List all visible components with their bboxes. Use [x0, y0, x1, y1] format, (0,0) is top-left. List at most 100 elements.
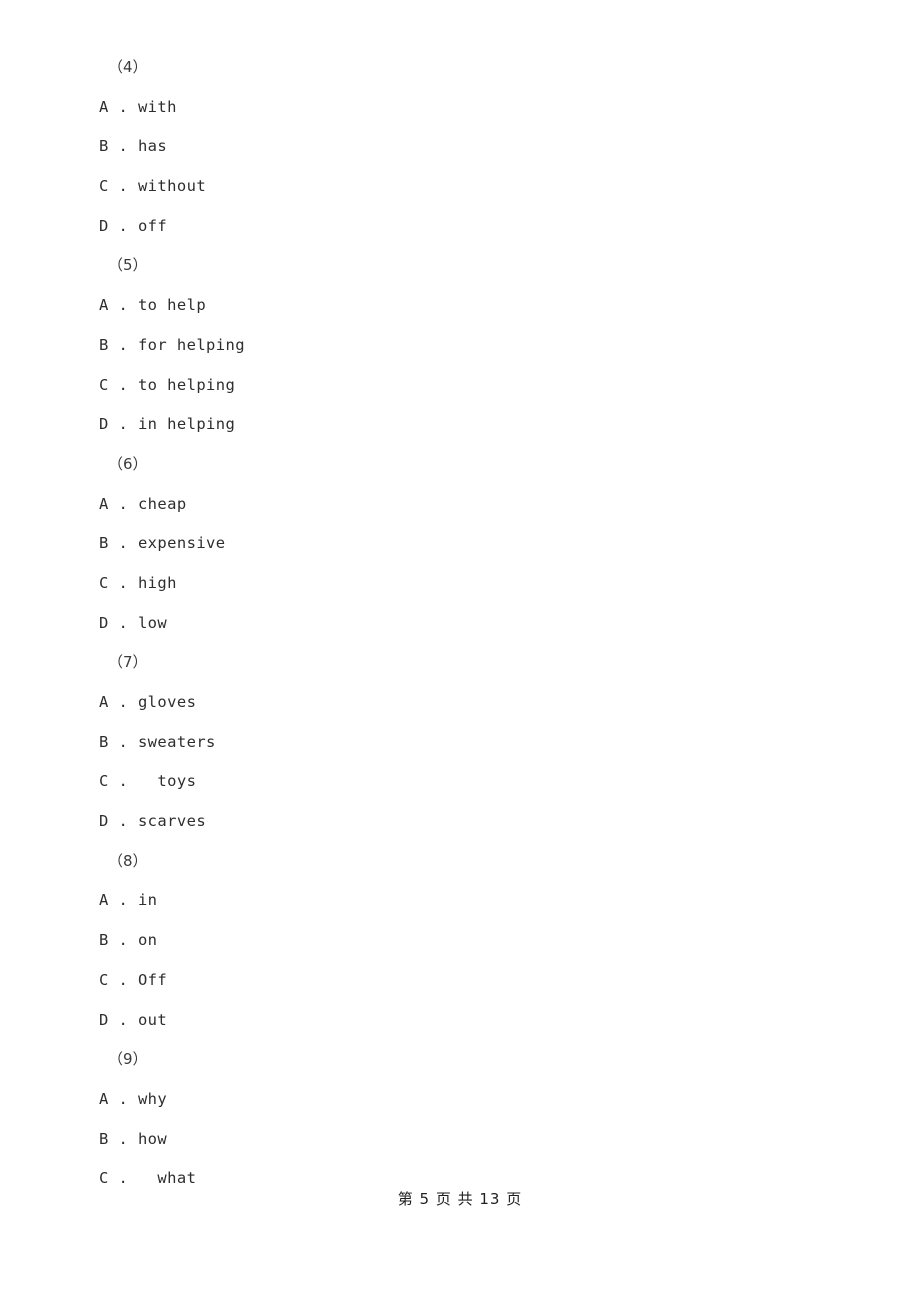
option-letter: B	[99, 732, 109, 751]
question-list: （4） A . with B . has C . without D . off （5） A…	[99, 48, 819, 1199]
option-text: low	[137, 613, 168, 632]
option-text: to helping	[137, 375, 236, 394]
option-letter: D	[99, 415, 109, 434]
answer-option: A . cheap	[99, 485, 819, 525]
answer-option: B . how	[99, 1120, 819, 1160]
option-letter: A	[99, 693, 109, 711]
option-separator: .	[108, 534, 138, 553]
option-separator: .	[108, 415, 138, 434]
option-separator: .	[108, 931, 138, 950]
option-letter: A	[99, 296, 109, 315]
option-text: expensive	[137, 534, 226, 553]
option-letter: C	[99, 1169, 109, 1188]
option-text: high	[137, 573, 177, 592]
option-letter: C	[99, 772, 109, 791]
option-text: cheap	[137, 494, 187, 513]
option-text: without	[137, 177, 207, 196]
answer-option: C . toys	[99, 762, 819, 802]
page-footer: 第 5 页 共 13 页	[397, 1190, 523, 1208]
option-text: with	[137, 97, 177, 116]
option-separator: .	[108, 772, 158, 791]
question-group-header: （7）	[108, 653, 148, 672]
option-text: why	[137, 1089, 168, 1108]
answer-option: B . on	[99, 921, 819, 961]
option-letter: B	[99, 335, 109, 354]
option-separator: .	[108, 494, 138, 513]
option-letter: D	[99, 216, 109, 235]
option-text: toys	[157, 772, 197, 791]
answer-option: D . in helping	[99, 405, 819, 445]
answer-option: B . has	[99, 127, 819, 167]
option-separator: .	[108, 137, 138, 156]
option-letter: C	[99, 177, 109, 196]
option-separator: .	[108, 573, 138, 592]
document-page: （4） A . with B . has C . without D . off （5） A…	[0, 0, 920, 1302]
option-separator: .	[108, 1089, 138, 1108]
option-text: Off	[137, 970, 168, 989]
answer-option: A . in	[99, 881, 819, 921]
option-letter: D	[99, 1010, 109, 1029]
answer-option: D . scarves	[99, 802, 819, 842]
option-separator: .	[108, 177, 138, 196]
option-text: has	[137, 137, 168, 156]
option-separator: .	[108, 812, 138, 831]
answer-option: B . for helping	[99, 326, 819, 366]
option-letter: C	[99, 573, 109, 592]
option-separator: .	[108, 693, 138, 711]
option-letter: D	[99, 613, 109, 632]
answer-option: A . why	[99, 1080, 819, 1120]
option-separator: .	[108, 296, 138, 315]
answer-option: C . to helping	[99, 366, 819, 406]
option-separator: .	[108, 375, 138, 394]
option-separator: .	[108, 335, 138, 354]
option-text: sweaters	[137, 732, 216, 751]
answer-option: D . off	[99, 207, 819, 247]
option-letter: B	[99, 137, 109, 156]
option-text: what	[157, 1169, 197, 1188]
option-separator: .	[108, 216, 138, 235]
option-separator: .	[108, 613, 138, 632]
answer-option: C . high	[99, 564, 819, 604]
option-letter: D	[99, 812, 109, 831]
option-text: in	[137, 891, 158, 910]
answer-option: D . out	[99, 1001, 819, 1041]
question-group-header: （8）	[108, 851, 148, 870]
option-separator: .	[108, 97, 138, 116]
answer-option: B . expensive	[99, 524, 819, 564]
option-text: for helping	[137, 335, 245, 354]
option-letter: B	[99, 931, 109, 950]
option-letter: C	[99, 375, 109, 394]
question-group-header: （6）	[108, 454, 148, 473]
answer-option: C . without	[99, 167, 819, 207]
answer-option: C . Off	[99, 961, 819, 1001]
answer-option: A . to help	[99, 286, 819, 326]
option-separator: .	[108, 891, 138, 910]
option-text: scarves	[137, 812, 207, 831]
option-text: to help	[137, 296, 207, 315]
question-group-header: （4）	[108, 58, 148, 76]
answer-option: A . gloves	[99, 683, 819, 723]
option-text: gloves	[137, 693, 197, 711]
answer-option: A . with	[99, 88, 819, 128]
option-letter: A	[99, 891, 109, 910]
option-separator: .	[108, 1169, 158, 1188]
option-letter: B	[99, 1129, 109, 1148]
option-text: in helping	[137, 415, 236, 434]
option-letter: A	[99, 494, 109, 513]
option-text: off	[137, 216, 168, 235]
option-letter: A	[99, 1089, 109, 1108]
answer-option: B . sweaters	[99, 723, 819, 763]
question-group-header: （9）	[108, 1050, 148, 1069]
option-text: how	[137, 1129, 168, 1148]
option-text: out	[137, 1010, 168, 1029]
option-separator: .	[108, 970, 138, 989]
option-text: on	[137, 931, 158, 950]
option-separator: .	[108, 1010, 138, 1029]
option-separator: .	[108, 732, 138, 751]
option-letter: A	[99, 97, 109, 116]
option-letter: B	[99, 534, 109, 553]
answer-option: D . low	[99, 604, 819, 644]
question-group-header: （5）	[108, 256, 148, 275]
option-letter: C	[99, 970, 109, 989]
option-separator: .	[108, 1129, 138, 1148]
